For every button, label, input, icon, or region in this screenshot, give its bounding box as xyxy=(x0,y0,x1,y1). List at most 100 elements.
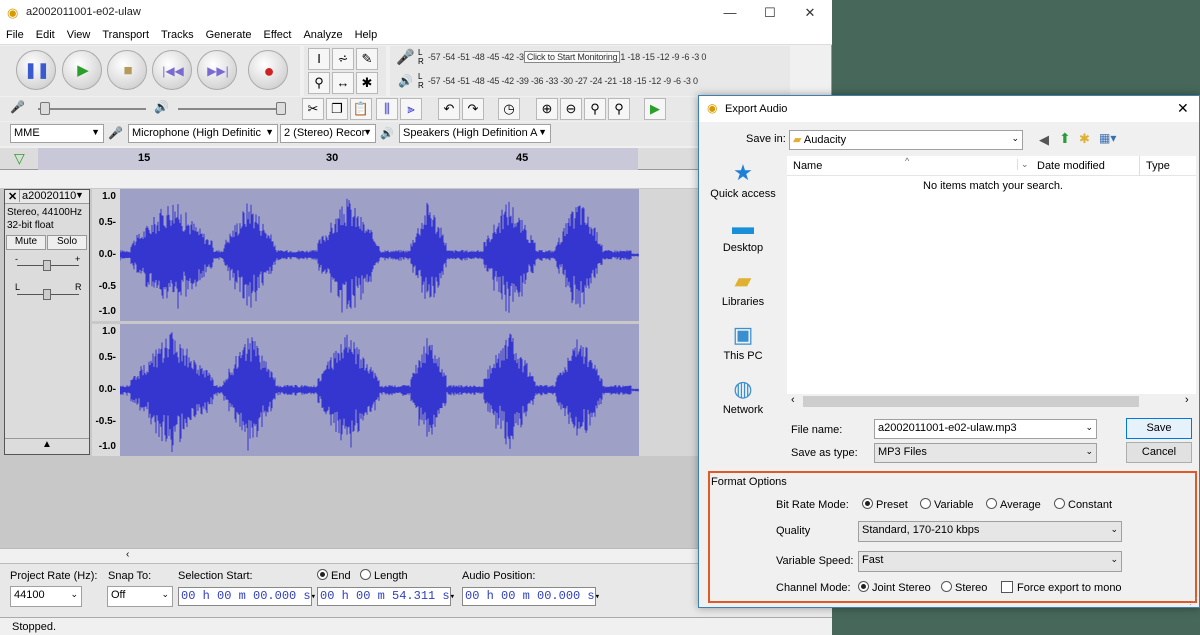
menu-view[interactable]: View xyxy=(61,26,97,41)
undo-button[interactable]: ↶ xyxy=(438,98,460,120)
place-libraries[interactable]: ▰ Libraries xyxy=(699,268,787,308)
silence-button[interactable]: ⫸ xyxy=(400,98,422,120)
cut-button[interactable]: ✂ xyxy=(302,98,324,120)
scroll-left-icon[interactable]: ‹ xyxy=(791,394,795,406)
file-list[interactable]: No items match your search. ‹ › xyxy=(787,176,1196,409)
file-list-scrollbar[interactable]: ‹ › xyxy=(787,394,1196,409)
save-button[interactable]: Save xyxy=(1126,418,1192,439)
scroll-right-icon[interactable]: › xyxy=(1185,394,1189,406)
close-track-icon[interactable]: ✕ xyxy=(8,190,17,203)
place-quick-access[interactable]: ★ Quick access xyxy=(699,160,787,200)
variable-radio[interactable]: Variable xyxy=(920,498,974,511)
track-name-bar[interactable]: ✕ a20020110 ▼ xyxy=(5,190,89,204)
col-name[interactable]: Name xyxy=(793,160,822,172)
menu-help[interactable]: Help xyxy=(349,26,384,41)
play-volume-thumb[interactable] xyxy=(276,102,286,115)
fit-project-button[interactable]: ⚲ xyxy=(608,98,630,120)
play-volume-slider[interactable] xyxy=(178,108,286,110)
track-control-panel[interactable]: ✕ a20020110 ▼ Stereo, 44100Hz 32-bit flo… xyxy=(4,189,90,455)
quality-select[interactable]: Standard, 170-210 kbps ⌄ xyxy=(858,521,1122,542)
zoom-out-button[interactable]: ⊖ xyxy=(560,98,582,120)
paste-button[interactable]: 📋 xyxy=(350,98,372,120)
view-menu-icon[interactable]: ▦▾ xyxy=(1099,131,1116,145)
stereo-radio[interactable]: Stereo xyxy=(941,581,987,594)
close-icon[interactable]: ✕ xyxy=(1177,100,1189,117)
zoom-in-button[interactable]: ⊕ xyxy=(536,98,558,120)
minimize-button[interactable]: — xyxy=(710,0,750,26)
menu-effect[interactable]: Effect xyxy=(258,26,298,41)
play-button[interactable]: ▶ xyxy=(62,50,102,90)
scroll-thumb[interactable] xyxy=(803,396,1139,407)
playback-device-select[interactable]: Speakers (High Definition A ▼ xyxy=(399,124,551,143)
record-meter[interactable]: -57 -54 -51 -48 -45 -42 -3 Click to Start… xyxy=(428,51,788,70)
back-icon[interactable]: ◀ xyxy=(1039,132,1049,148)
timeline-ruler[interactable]: ▽ 15 30 45 xyxy=(0,148,700,170)
save-as-type-select[interactable]: MP3 Files ⌄ xyxy=(874,443,1097,463)
play-head-icon[interactable]: ▽ xyxy=(14,150,25,167)
envelope-tool[interactable]: ⩫ xyxy=(332,48,354,70)
record-volume-slider[interactable] xyxy=(38,108,146,110)
fit-selection-button[interactable]: ⚲ xyxy=(584,98,606,120)
menu-analyze[interactable]: Analyze xyxy=(297,26,348,41)
col-type[interactable]: Type xyxy=(1146,160,1170,172)
playback-meter[interactable]: -57 -54 -51 -48 -45 -42 -39 -36 -33 -30 … xyxy=(428,76,788,94)
menu-edit[interactable]: Edit xyxy=(30,26,61,41)
pan-thumb[interactable] xyxy=(43,289,51,300)
col-date-modified[interactable]: Date modified xyxy=(1037,160,1105,172)
trim-button[interactable]: ⫼ xyxy=(376,98,398,120)
menu-generate[interactable]: Generate xyxy=(200,26,258,41)
audio-position-time[interactable]: 00 h 00 m 00.000 s▾ xyxy=(462,587,600,606)
draw-tool[interactable]: ✎ xyxy=(356,48,378,70)
pause-button[interactable]: ❚❚ xyxy=(16,50,56,90)
record-button[interactable]: ● xyxy=(248,50,288,90)
end-radio[interactable]: End xyxy=(317,569,351,582)
save-in-select[interactable]: ▰ Audacity ⌄ xyxy=(789,130,1023,150)
waveform-right-channel[interactable] xyxy=(120,324,639,456)
chevron-down-icon[interactable]: ▼ xyxy=(75,190,84,200)
record-volume-thumb[interactable] xyxy=(40,102,50,115)
redo-button[interactable]: ↷ xyxy=(462,98,484,120)
audio-host-select[interactable]: MME ▼ xyxy=(10,124,104,143)
skip-end-button[interactable]: ▶▶| xyxy=(197,50,237,90)
cancel-button[interactable]: Cancel xyxy=(1126,442,1192,463)
chevron-down-icon[interactable]: ⌄ xyxy=(1017,159,1029,170)
preset-radio[interactable]: Preset xyxy=(862,498,908,511)
average-radio[interactable]: Average xyxy=(986,498,1041,511)
project-rate-select[interactable]: 44100 ⌄ xyxy=(10,586,82,607)
collapse-track-button[interactable]: ▲ xyxy=(5,438,89,454)
sync-lock-button[interactable]: ◷ xyxy=(498,98,520,120)
channels-select[interactable]: 2 (Stereo) Recor ▼ xyxy=(280,124,376,143)
force-mono-checkbox[interactable]: Force export to mono xyxy=(1001,581,1122,594)
up-folder-icon[interactable]: ⬆ xyxy=(1059,130,1071,147)
skip-start-button[interactable]: |◀◀ xyxy=(152,50,192,90)
close-button[interactable]: ✕ xyxy=(790,0,830,26)
play-at-speed-button[interactable]: ▶ xyxy=(644,98,666,120)
selection-start-time[interactable]: 00 h 00 m 00.000 s▾ xyxy=(178,587,316,606)
menu-tracks[interactable]: Tracks xyxy=(155,26,200,41)
timeshift-tool[interactable]: ↔ xyxy=(332,72,354,94)
selection-tool[interactable]: I xyxy=(308,48,330,70)
recording-device-select[interactable]: Microphone (High Definitic ▼ xyxy=(128,124,278,143)
length-radio[interactable]: Length xyxy=(360,569,408,582)
solo-button[interactable]: Solo xyxy=(47,235,87,250)
new-folder-icon[interactable]: ✱ xyxy=(1079,131,1090,147)
waveform-left-channel[interactable] xyxy=(120,189,639,321)
maximize-button[interactable]: ☐ xyxy=(750,0,790,26)
speaker-icon[interactable]: 🔊 xyxy=(398,74,413,88)
horizontal-scrollbar[interactable]: ‹ xyxy=(0,548,700,562)
menu-transport[interactable]: Transport xyxy=(96,26,155,41)
selection-end-time[interactable]: 00 h 00 m 54.311 s▾ xyxy=(317,587,455,606)
file-name-input[interactable]: a2002011001-e02-ulaw.mp3 ⌄ xyxy=(874,419,1097,439)
place-network[interactable]: ◍ Network xyxy=(699,376,787,416)
gain-thumb[interactable] xyxy=(43,260,51,271)
constant-radio[interactable]: Constant xyxy=(1054,498,1112,511)
resize-grip-icon[interactable]: ⋰ xyxy=(1189,596,1198,607)
mute-button[interactable]: Mute xyxy=(6,235,46,250)
joint-stereo-radio[interactable]: Joint Stereo xyxy=(858,581,931,594)
track-name[interactable]: a20020110 xyxy=(19,190,76,202)
menu-file[interactable]: File xyxy=(0,26,30,41)
stop-button[interactable]: ■ xyxy=(107,50,147,90)
microphone-icon[interactable]: 🎤 xyxy=(396,48,415,66)
place-desktop[interactable]: ▬ Desktop xyxy=(699,214,787,254)
variable-speed-select[interactable]: Fast ⌄ xyxy=(858,551,1122,572)
